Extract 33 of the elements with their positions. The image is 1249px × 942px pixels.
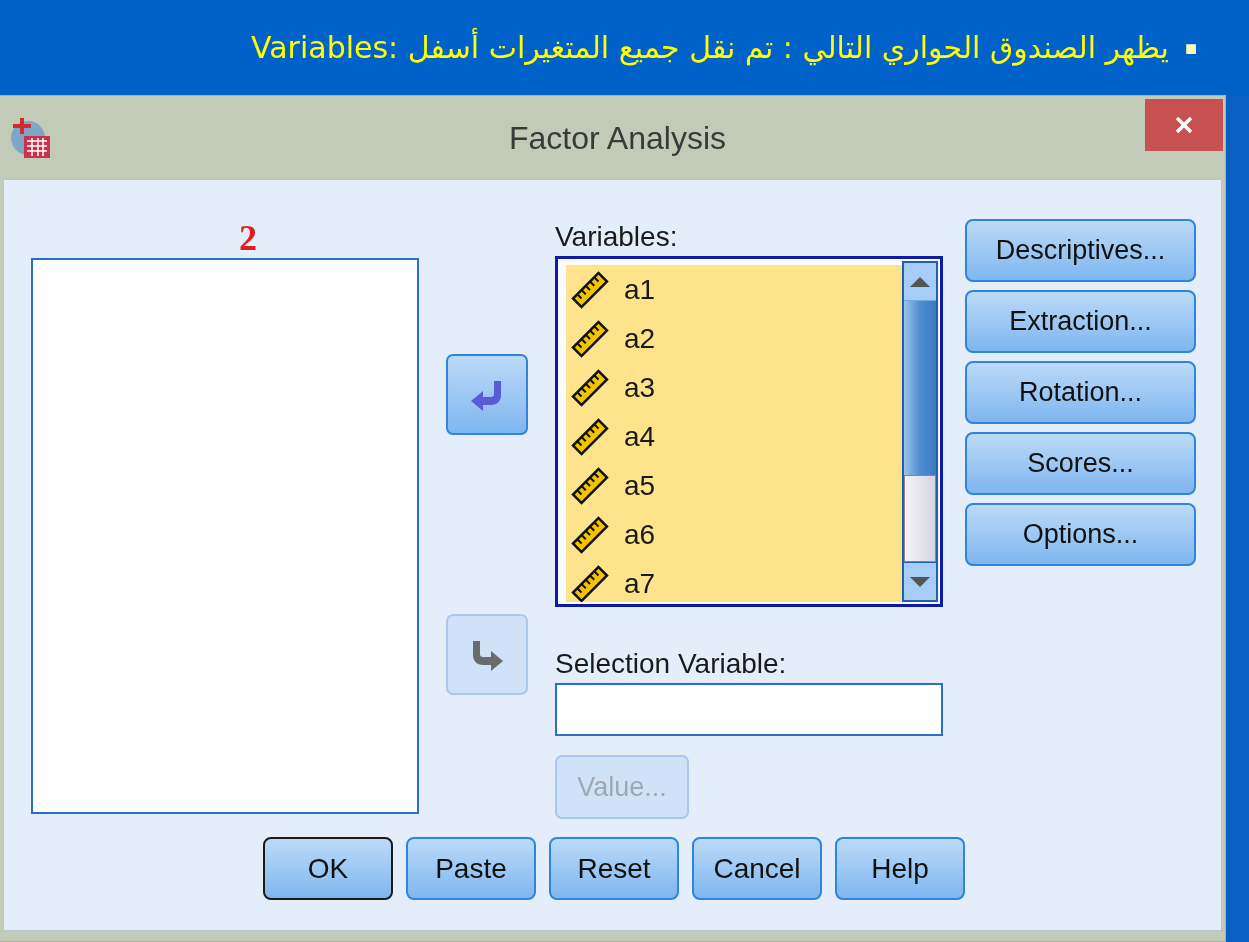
slide-heading: يظهر الصندوق الحواري التالي : تم نقل جميع المتغيرات أسفل :Variables <box>251 25 1169 70</box>
variable-item[interactable]: a2 <box>566 314 902 363</box>
close-button[interactable] <box>1145 99 1223 151</box>
variable-item[interactable]: a6 <box>566 510 902 559</box>
variable-item[interactable]: a5 <box>566 461 902 510</box>
variables-list[interactable]: a1 a2 a3 a4 a5 a6 a7 <box>555 256 943 607</box>
window-title: Factor Analysis <box>508 118 726 158</box>
scrollbar[interactable] <box>902 261 938 602</box>
dialog-button[interactable]: Options... <box>965 503 1196 566</box>
selection-variable-field[interactable] <box>555 683 943 736</box>
dialog-button[interactable]: Help <box>835 837 965 900</box>
selection-variable-label: Selection Variable: <box>555 647 788 681</box>
variable-item[interactable]: a4 <box>566 412 902 461</box>
down-arrow-icon <box>910 576 930 587</box>
dialog-button[interactable]: Reset <box>549 837 679 900</box>
dialog-button[interactable]: OK <box>263 837 393 900</box>
up-arrow-icon <box>910 276 930 287</box>
dialog-button[interactable]: Paste <box>406 837 536 900</box>
dialog-button[interactable]: Descriptives... <box>965 219 1196 282</box>
variable-item[interactable]: a1 <box>566 265 902 314</box>
variable-item[interactable]: a3 <box>566 363 902 412</box>
close-icon <box>1175 116 1193 134</box>
app-icon <box>8 116 52 160</box>
dialog-button[interactable]: Rotation... <box>965 361 1196 424</box>
bullet-mark: ■ <box>1184 35 1197 61</box>
scroll-thumb[interactable] <box>904 475 936 562</box>
move-button[interactable] <box>446 354 528 435</box>
variables-label: Variables: <box>555 220 679 254</box>
dialog-button[interactable]: Extraction... <box>965 290 1196 353</box>
dialog-button[interactable]: Scores... <box>965 432 1196 495</box>
dialog-button[interactable]: Cancel <box>692 837 822 900</box>
variable-item[interactable]: a7 <box>566 559 902 602</box>
annotation-number: 2 <box>239 218 258 258</box>
